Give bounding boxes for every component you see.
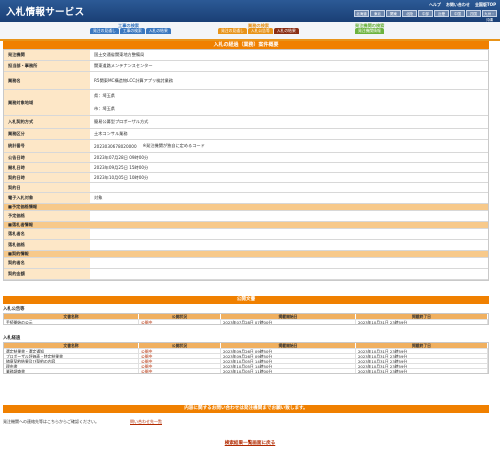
field-value [90,183,488,192]
detail-row: 業務区分 土木コンサル業務 [4,129,488,140]
field-label: 契約者名 [4,258,90,268]
contact-bar: 内容に関するお問い合わせは発注機関までお願い致します。 [3,405,489,413]
back-to-results-link[interactable]: 検索結果一覧画面に戻る [0,440,500,446]
detail-table: 発注機関 国土交通省関東地方整備局 担当部・事務所 関東道路メンテナンスセンター 業… [3,49,489,281]
field-label: 契約日 [4,183,90,192]
region-tab[interactable]: 北海道 [354,10,369,17]
contact-list-link[interactable]: 問い合わせ先一覧 [130,419,162,425]
field-value [90,269,488,279]
section-header: ■予定価格情報 [4,204,488,211]
table-row: 手続開始の公示 公開中 2023年07月28日 07時00分 2023年10月3… [4,319,488,324]
field-value: 市：埼玉県 [94,105,115,111]
top-links: ヘルプ お問い合わせ 全国版TOP [429,2,496,8]
detail-row: 落札価格 [4,240,488,251]
detail-row: 電子入札対象 対象 [4,193,488,204]
field-label: 落札者名 [4,229,90,239]
detail-row: 契約金額 [4,269,488,280]
help-link[interactable]: ヘルプ [429,2,441,8]
field-label: 開札日時 [4,163,90,172]
table-row: 業務調査書 公開中 2023年10月05日 11時00分 2023年10月31日… [4,368,488,373]
contact-note: 発注機関への連絡先等はこちらからご確認ください。 [3,419,99,424]
field-value: 2023年09月25日 15時00分 [94,164,149,170]
detail-row: 業務対象地域 県：埼玉県市：埼玉県 [4,90,488,116]
region-tab[interactable]: 近畿 [434,10,449,17]
field-label: 業務区分 [4,129,90,139]
field-note: ※発注機関が独自に定めるコード [142,143,205,148]
field-value: 国土交通省関東地方整備局 [94,52,145,57]
search-tab-groups: 工事の検索 発注の見通し 工事の検索 入札の結果 業務の検索 発注の見通し 入札… [0,22,500,39]
region-tab[interactable]: 中国 [450,10,465,17]
field-value: 関東道路メンテナンスセンター [94,63,153,68]
field-label: 公告日時 [4,153,90,162]
field-value: 土木コンサル業務 [94,131,128,136]
contact-link[interactable]: お問い合わせ [446,2,470,8]
field-value: 2023030678020000 [94,143,137,149]
detail-row: 担当部・事務所 関東道路メンテナンスセンター [4,61,488,72]
field-value [90,258,488,268]
detail-row: 入札契約方式 簡易公募型プロポーザル方式 [4,116,488,129]
detail-row: 契約者名 [4,258,488,269]
region-tabs: 北海道 東北 関東 北陸 中部 近畿 中国 四国 九州・沖縄 [354,10,497,22]
detail-row: 契約日 [4,183,488,193]
results-table: 文書名称 公開状況 掲載開始日 掲載終了日 選定結果書・選定通知 公開中 202… [3,342,489,374]
page-title: 入札の経過（業務）案件概要 [3,41,489,49]
field-value [90,240,488,250]
region-tab[interactable]: 北陸 [402,10,417,17]
section-header: ■落札者情報 [4,222,488,229]
field-value: R5関東MC構造物LCC計算アプリ検討業務 [94,77,173,83]
field-value: 県：埼玉県 [94,93,115,99]
field-value: 簡易公募型プロポーザル方式 [94,119,149,124]
detail-row: 統計番号 2023030678020000 ※発注機関が独自に定めるコード [4,140,488,153]
region-tab[interactable]: 関東 [386,10,401,17]
detail-row: 業務名 R5関東MC構造物LCC計算アプリ検討業務 [4,72,488,90]
tab-service-outlook[interactable]: 発注の見通し [218,28,247,34]
detail-row: 落札者名 [4,229,488,240]
status-link[interactable]: 公開中 [139,319,221,324]
detail-row: 公告日時 2023年07月28日 09時00分 [4,153,488,163]
field-label: 落札価格 [4,240,90,250]
field-label: 予定価格 [4,211,90,221]
notices-label: 入札公告等 [3,307,25,312]
tab-agency-info[interactable]: 発注機関情報 [355,28,384,34]
site-title[interactable]: 入札情報サービス [6,4,84,18]
field-value: 対象 [94,195,103,200]
field-value [90,229,488,239]
region-tab[interactable]: 東北 [370,10,385,17]
field-label: 電子入札対象 [4,193,90,203]
field-label: 契約日時 [4,173,90,182]
field-label: 担当部・事務所 [4,61,90,71]
region-tab[interactable]: 九州・沖縄 [482,10,497,22]
detail-row: 契約日時 2023年10月05日 10時00分 [4,173,488,183]
tab-construction-outlook[interactable]: 発注の見通し [90,28,119,34]
field-label: 業務対象地域 [4,90,90,115]
field-label: 業務名 [4,72,90,89]
field-value: 2023年10月05日 10時00分 [94,174,149,180]
notices-table: 文書名称 公開状況 掲載開始日 掲載終了日 手続開始の公示 公開中 2023年0… [3,313,489,325]
detail-row: 予定価格 [4,211,488,222]
site-header: 入札情報サービス ヘルプ お問い合わせ 全国版TOP 北海道 東北 関東 北陸 … [0,0,500,22]
field-label: 入札契約方式 [4,116,90,128]
section-header: ■契約情報 [4,251,488,258]
region-tab[interactable]: 中部 [418,10,433,17]
field-label: 統計番号 [4,140,90,152]
field-label: 契約金額 [4,269,90,279]
field-value [90,211,488,221]
results-label: 入札経過 [3,336,21,341]
region-tab[interactable]: 四国 [466,10,481,17]
national-top-link[interactable]: 全国版TOP [475,2,496,8]
field-label: 発注機関 [4,50,90,60]
field-value: 2023年07月28日 09時00分 [94,154,149,160]
detail-row: 開札日時 2023年09月25日 15時00分 [4,163,488,173]
documents-title: 公開文書 [3,296,489,304]
tab-construction-search[interactable]: 工事の検索 [119,28,145,34]
tab-construction-results[interactable]: 入札の結果 [145,28,171,34]
status-link[interactable]: 公開中 [139,368,221,373]
detail-row: 発注機関 国土交通省関東地方整備局 [4,50,488,61]
tab-service-notices[interactable]: 入札公告等 [247,28,273,34]
tab-service-results[interactable]: 入札の結果 [273,28,299,34]
